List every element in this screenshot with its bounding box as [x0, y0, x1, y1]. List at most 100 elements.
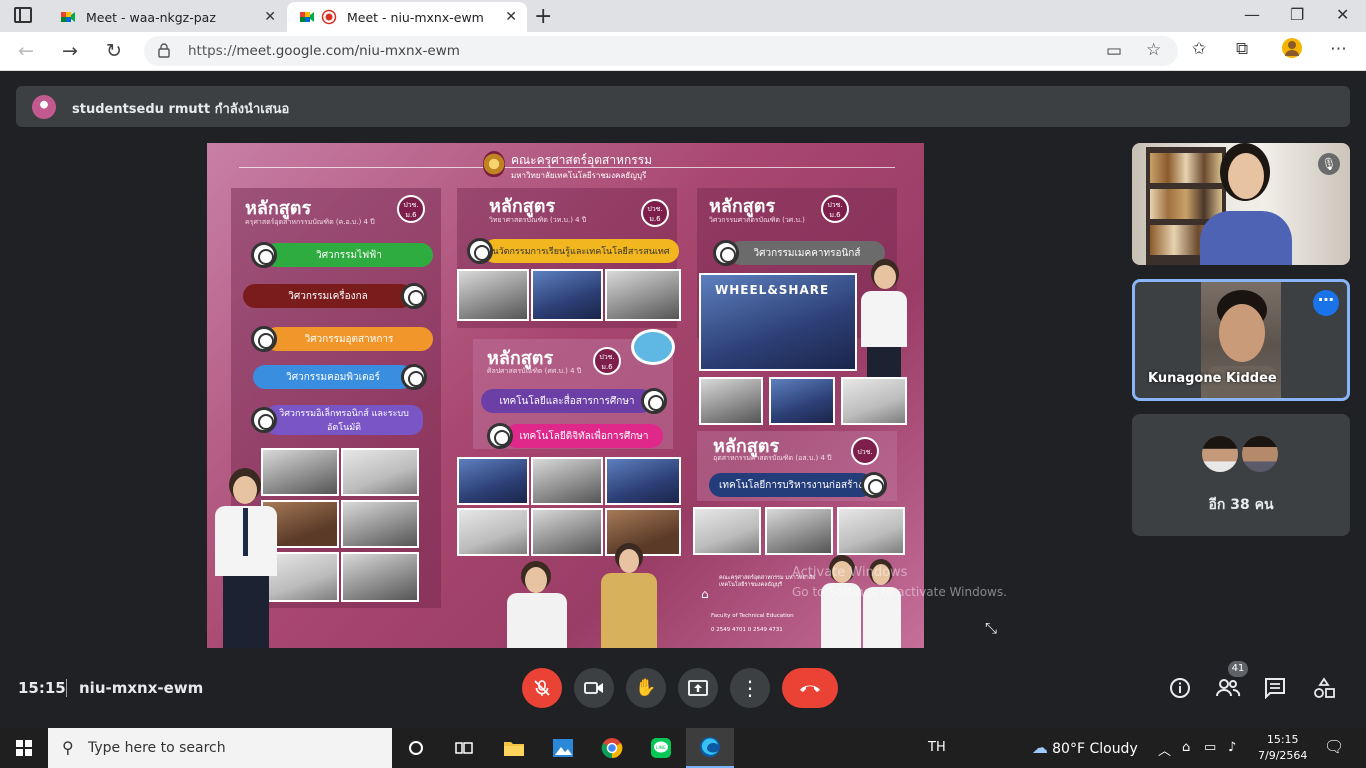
gear-icon [487, 423, 513, 449]
pill-label: วิศวกรรมเครื่องกล [288, 290, 368, 302]
raise-hand-button[interactable]: ✋ [626, 668, 666, 708]
cortana-icon[interactable] [392, 728, 440, 768]
leave-call-button[interactable] [782, 668, 838, 708]
battery-icon[interactable]: ▭ [1204, 740, 1216, 755]
mic-toggle-button[interactable] [522, 668, 562, 708]
browser-tab-bar: Meet - waa-nkgz-paz ✕ Meet - niu-mxnx-ew… [0, 0, 1366, 32]
people-icon[interactable] [1215, 677, 1241, 704]
pill-label: เทคโนโลยีการบริหารงานก่อสร้าง [719, 479, 863, 491]
photos-icon[interactable] [539, 728, 587, 768]
minimize-button[interactable]: — [1244, 5, 1260, 24]
mic-off-icon [534, 680, 550, 696]
favorites-icon[interactable]: ✩ [1192, 39, 1206, 59]
presenting-text: studentsedu rmutt กำลังนำเสนอ [72, 102, 290, 117]
col1-photo [341, 500, 419, 548]
more-options-button[interactable]: ⋮ [730, 668, 770, 708]
show-hidden-icons-icon[interactable]: ︿ [1158, 740, 1171, 759]
search-placeholder: Type here to search [88, 740, 226, 756]
col1-pill-5: วิศวกรรมอิเล็กทรอนิกส์ และระบบอัตโนมัติ [251, 405, 423, 435]
tab-actions-icon[interactable] [14, 7, 32, 23]
address-bar[interactable]: https://meet.google.com/niu-mxnx-ewm ▭ ☆ [144, 36, 1178, 66]
gear-icon [251, 242, 277, 268]
forward-icon[interactable]: → [62, 40, 78, 62]
pill-label: วิศวกรรมคอมพิวเตอร์ [286, 371, 380, 383]
camera-toggle-button[interactable] [574, 668, 614, 708]
chat-icon[interactable] [1264, 677, 1286, 704]
windows-start-icon[interactable] [16, 740, 32, 756]
meet-control-bar: 15:15 niu-mxnx-ewm ✋ ⋮ 41 [0, 657, 1366, 728]
input-language[interactable]: TH [928, 740, 946, 755]
volume-icon[interactable]: ♪ [1228, 740, 1236, 755]
task-view-icon[interactable] [440, 728, 488, 768]
student-figure [859, 259, 909, 379]
student-figure [507, 561, 567, 648]
col2-photo [531, 457, 603, 505]
participant-tile-others[interactable]: อีก 38 คน [1132, 414, 1350, 536]
col3a-badge: ปวช. ม.6 [821, 195, 849, 223]
activities-icon[interactable] [1313, 677, 1335, 704]
col3-photo [769, 377, 835, 425]
hand-icon: ✋ [635, 678, 657, 698]
mic-off-icon: 🎙 [1318, 153, 1340, 175]
close-window-button[interactable]: ✕ [1336, 5, 1349, 24]
presenting-banner: studentsedu rmutt กำลังนำเสนอ [16, 86, 1350, 127]
camera-icon [584, 682, 603, 694]
col2b-pill-1: เทคโนโลยีและสื่อสารการศึกษา [481, 388, 667, 414]
col1-pill-2: วิศวกรรมเครื่องกล [243, 283, 427, 309]
taskbar-search[interactable]: ⚲ Type here to search [48, 728, 392, 768]
gear-icon [401, 283, 427, 309]
pill-label: วิศวกรรมอุตสาหการ [304, 333, 394, 345]
system-clock[interactable]: 15:15 7/9/2564 [1258, 732, 1307, 764]
col1-photo [341, 448, 419, 496]
activate-windows-subtitle: Go to Settings to activate Windows. [792, 585, 1007, 599]
col3b-badge: ปวช. [851, 437, 879, 465]
more-menu-icon[interactable]: ⋯ [1330, 39, 1347, 59]
meeting-details-icon[interactable] [1169, 677, 1191, 704]
col3a-subheading: วิศวกรรมศาสตรบัณฑิต (วศ.บ.) [709, 216, 805, 224]
edge-icon[interactable] [686, 728, 734, 768]
maximize-button[interactable]: ❐ [1290, 5, 1304, 24]
close-tab-icon[interactable]: ✕ [505, 9, 517, 25]
camera-status-icon[interactable]: ▭ [1106, 41, 1122, 61]
notifications-icon[interactable]: 🗨 [1324, 737, 1344, 756]
weather-text: 80°F Cloudy [1052, 741, 1138, 757]
participant-person [1194, 143, 1294, 265]
collections-icon[interactable]: ⧉ [1236, 39, 1248, 59]
new-tab-icon[interactable]: + [534, 4, 552, 29]
student-figure [599, 543, 659, 648]
col2-photo [605, 269, 681, 321]
participant-tile-1[interactable]: 🎙 [1132, 143, 1350, 265]
tab-meet-niu[interactable]: Meet - niu-mxnx-ewm ✕ [287, 2, 527, 32]
tab-meet-waa[interactable]: Meet - waa-nkgz-paz ✕ [48, 2, 286, 32]
more-options-icon[interactable]: ⋯ [1313, 290, 1339, 316]
network-icon[interactable]: ⌂ [1182, 740, 1190, 755]
col1-badge: ปวช. ม.6 [397, 195, 425, 223]
search-icon: ⚲ [62, 738, 74, 757]
windows-taskbar: ⚲ Type here to search LINE TH ☁ 80°F Clo… [0, 728, 1366, 768]
col2-photo [605, 457, 681, 505]
gear-icon [713, 240, 739, 266]
present-now-button[interactable] [678, 668, 718, 708]
line-app-icon[interactable]: LINE [637, 728, 685, 768]
file-explorer-icon[interactable] [490, 728, 538, 768]
col2-photo [457, 508, 529, 556]
footer-faculty-en: Faculty of Technical Education [711, 613, 794, 619]
close-tab-icon[interactable]: ✕ [264, 9, 276, 25]
tab-title: Meet - niu-mxnx-ewm [347, 9, 484, 25]
col3-photo [765, 507, 833, 555]
col2-photo [457, 457, 529, 505]
col1-pill-1: วิศวกรรมไฟฟ้า [251, 242, 433, 268]
col3b-pill-1: เทคโนโลยีการบริหารงานก่อสร้าง [709, 472, 887, 498]
profile-avatar-icon[interactable] [1281, 37, 1303, 64]
participant-tile-2[interactable]: Kunagone Kiddee ⋯ [1132, 279, 1350, 401]
url-protocol: https:// [188, 43, 237, 59]
back-icon[interactable]: ← [18, 40, 34, 62]
student-figure [211, 468, 281, 648]
reload-icon[interactable]: ↻ [106, 40, 122, 62]
collapse-icon[interactable]: ⤡ [985, 619, 997, 637]
col3-photo [693, 507, 761, 555]
activate-windows-title: Activate Windows [792, 565, 908, 580]
add-favorite-icon[interactable]: ☆ [1146, 40, 1161, 60]
weather-widget[interactable]: ☁ 80°F Cloudy [1032, 738, 1138, 757]
chrome-icon[interactable] [588, 728, 636, 768]
